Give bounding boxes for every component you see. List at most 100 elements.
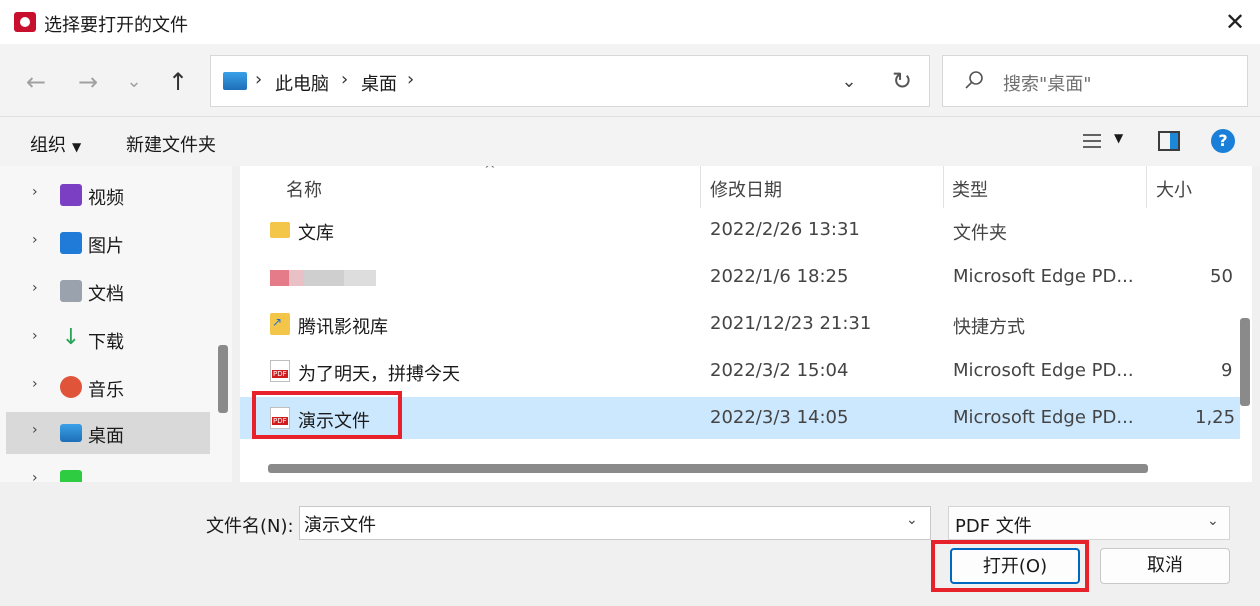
organize-label: 组织 xyxy=(30,135,66,156)
sidebar-item-label: 图片 xyxy=(88,236,124,257)
file-row[interactable]: 腾讯影视库 2021/12/23 21:31 快捷方式 xyxy=(240,303,1240,345)
breadcrumb-separator[interactable]: › xyxy=(407,69,414,90)
column-divider[interactable] xyxy=(943,166,944,208)
recent-locations-icon[interactable]: ⌄ xyxy=(118,66,150,98)
sidebar-item-iqiyi[interactable]: › xyxy=(6,460,210,482)
breadcrumb-desktop[interactable]: 桌面 xyxy=(361,70,397,96)
music-icon xyxy=(60,376,82,398)
file-type: Microsoft Edge PD... xyxy=(953,266,1134,287)
file-name: 为了明天，拼搏今天 xyxy=(298,364,460,385)
shortcut-icon xyxy=(270,313,290,335)
document-icon xyxy=(60,280,82,302)
iqiyi-icon xyxy=(60,470,82,482)
sidebar-item-videos[interactable]: › 视频 xyxy=(6,174,210,216)
file-type: Microsoft Edge PD... xyxy=(953,407,1134,428)
breadcrumb-separator: › xyxy=(255,69,263,90)
chevron-right-icon[interactable]: › xyxy=(32,184,38,200)
file-row[interactable]: 2022/1/6 18:25 Microsoft Edge PD... 50 xyxy=(240,256,1240,298)
sidebar-item-documents[interactable]: › 文档 xyxy=(6,270,210,312)
window-title: 选择要打开的文件 xyxy=(44,15,188,36)
column-divider[interactable] xyxy=(700,166,701,208)
file-size: 50 xyxy=(1210,266,1233,287)
video-icon xyxy=(60,184,82,206)
chevron-right-icon[interactable]: › xyxy=(32,470,38,482)
column-divider[interactable] xyxy=(1146,166,1147,208)
back-icon[interactable]: ← xyxy=(20,66,52,98)
view-caret-icon[interactable]: ▼ xyxy=(1114,131,1123,145)
close-icon[interactable]: ✕ xyxy=(1218,6,1252,40)
file-modified: 2022/3/3 14:05 xyxy=(710,407,849,428)
file-type-filter[interactable]: PDF 文件 ⌄ xyxy=(948,506,1230,540)
title-bar: 选择要打开的文件 ✕ xyxy=(0,0,1260,44)
forward-icon[interactable]: → xyxy=(72,66,104,98)
breadcrumb-separator: › xyxy=(341,69,349,90)
file-row[interactable]: 为了明天，拼搏今天 2022/3/2 15:04 Microsoft Edge … xyxy=(240,350,1240,392)
chevron-right-icon[interactable]: › xyxy=(32,280,38,296)
column-header-type[interactable]: 类型 xyxy=(952,176,988,202)
sidebar-item-pictures[interactable]: › 图片 xyxy=(6,222,210,264)
vertical-scrollbar[interactable] xyxy=(1240,318,1250,406)
file-type: Microsoft Edge PD... xyxy=(953,360,1134,381)
sidebar-item-desktop[interactable]: › 桌面 xyxy=(6,412,210,454)
file-type: 快捷方式 xyxy=(953,317,1025,338)
column-header-name[interactable]: 名称 xyxy=(286,176,322,202)
horizontal-scrollbar[interactable] xyxy=(268,464,1148,473)
cancel-button[interactable]: 取消 xyxy=(1100,548,1230,584)
address-bar[interactable]: › 此电脑 › 桌面 › ⌄ ↻ xyxy=(210,55,930,107)
file-type-filter-value: PDF 文件 xyxy=(955,516,1032,537)
filename-label: 文件名(N): xyxy=(206,516,294,537)
file-name: 文库 xyxy=(298,223,334,244)
chevron-right-icon[interactable]: › xyxy=(32,376,38,392)
desktop-icon xyxy=(60,424,82,442)
breadcrumb-this-pc[interactable]: 此电脑 xyxy=(275,70,329,96)
file-row[interactable]: 文库 2022/2/26 13:31 文件夹 xyxy=(240,209,1240,251)
up-icon[interactable]: ↑ xyxy=(162,66,194,98)
help-icon[interactable]: ? xyxy=(1211,129,1235,153)
file-size: 9 xyxy=(1221,360,1233,381)
file-modified: 2022/2/26 13:31 xyxy=(710,219,860,240)
file-type: 文件夹 xyxy=(953,223,1007,244)
search-box[interactable]: 搜索"桌面" xyxy=(942,55,1248,107)
view-options-icon[interactable] xyxy=(1082,131,1102,151)
sidebar-item-label: 视频 xyxy=(88,188,124,209)
chevron-down-icon: ⌄ xyxy=(1207,513,1219,529)
sidebar-item-label: 文档 xyxy=(88,284,124,305)
caret-down-icon: ▼ xyxy=(72,140,82,154)
navigation-pane: › 视频 › 图片 › 文档 › ↓ 下载 › 音乐 › 桌面 › xyxy=(0,166,232,482)
picture-icon xyxy=(60,232,82,254)
sidebar-item-downloads[interactable]: › ↓ 下载 xyxy=(6,318,210,360)
sidebar-item-label: 音乐 xyxy=(88,380,124,401)
search-icon xyxy=(965,71,983,89)
sort-ascending-icon: ^ xyxy=(484,166,496,178)
file-size: 1,25 xyxy=(1195,407,1236,428)
organize-menu[interactable]: 组织 ▼ xyxy=(30,131,81,157)
filename-input[interactable]: 演示文件 xyxy=(299,506,931,540)
column-header-modified[interactable]: 修改日期 xyxy=(710,176,782,202)
highlight-box xyxy=(252,391,402,439)
file-modified: 2021/12/23 21:31 xyxy=(710,313,872,334)
chevron-right-icon[interactable]: › xyxy=(32,422,38,438)
file-modified: 2022/1/6 18:25 xyxy=(710,266,849,287)
pdf-icon xyxy=(270,360,290,382)
search-input[interactable]: 搜索"桌面" xyxy=(1003,70,1092,96)
preview-pane-icon[interactable] xyxy=(1158,131,1180,151)
sidebar-scrollbar[interactable] xyxy=(218,345,228,413)
download-icon: ↓ xyxy=(61,325,81,350)
this-pc-icon xyxy=(223,72,247,90)
chevron-down-icon[interactable]: ⌄ xyxy=(835,68,863,96)
file-modified: 2022/3/2 15:04 xyxy=(710,360,849,381)
sidebar-item-label: 桌面 xyxy=(88,426,124,447)
sidebar-item-label: 下载 xyxy=(88,332,124,353)
app-logo-icon xyxy=(14,12,36,32)
blurred-file-name xyxy=(270,270,376,286)
chevron-right-icon[interactable]: › xyxy=(32,328,38,344)
sidebar-item-music[interactable]: › 音乐 xyxy=(6,366,210,408)
highlight-box xyxy=(931,540,1089,592)
chevron-right-icon[interactable]: › xyxy=(32,232,38,248)
file-name: 腾讯影视库 xyxy=(298,317,388,338)
new-folder-button[interactable]: 新建文件夹 xyxy=(126,131,216,157)
folder-icon xyxy=(270,222,290,238)
refresh-icon[interactable]: ↻ xyxy=(887,66,917,96)
chevron-down-icon[interactable]: ⌄ xyxy=(906,512,918,528)
column-header-size[interactable]: 大小 xyxy=(1156,176,1192,202)
